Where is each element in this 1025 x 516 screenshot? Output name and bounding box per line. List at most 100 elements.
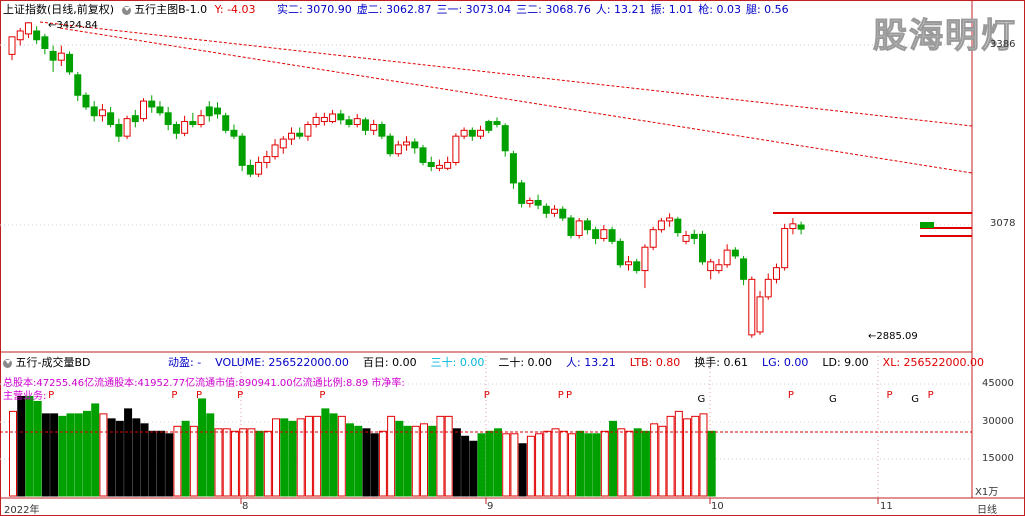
volume-value-3: 三十: 0.00 [430, 356, 485, 369]
volume-axis-label-30000: 30000 [982, 416, 1014, 427]
volume-bar [17, 395, 26, 497]
candle-body [551, 208, 559, 214]
candle-body [452, 135, 460, 163]
volume-bar [329, 413, 338, 497]
volume-bar [58, 415, 67, 497]
signal-mark-P: P [928, 390, 934, 401]
volume-bar [559, 430, 568, 497]
signal-mark-P: P [319, 390, 325, 401]
candle-body [592, 229, 600, 239]
candle-body [641, 246, 649, 272]
volume-bar [362, 428, 371, 497]
volume-bar [420, 423, 428, 497]
volume-bar [239, 428, 248, 497]
candle-body [674, 218, 682, 234]
volume-bar [33, 400, 42, 497]
date-label-sep: 9 [487, 501, 494, 512]
dropdown-circle-icon[interactable] [121, 5, 131, 15]
volume-unit: X1万 [975, 487, 999, 498]
volume-bar [313, 415, 322, 497]
volume-bar [82, 410, 91, 497]
signal-mark-P: P [566, 390, 572, 401]
chart-canvas[interactable]: PPPPPPPPGPGPGP [0, 0, 1025, 516]
candle-body [386, 135, 394, 155]
volume-bar [666, 415, 675, 497]
candle-body [74, 74, 82, 96]
y-value: Y: -4.03 [214, 3, 256, 16]
candle-body [682, 235, 690, 242]
volume-bar [263, 430, 272, 497]
volume-indicator-name[interactable]: 五行-成交量BD [16, 356, 91, 369]
candle-body [345, 119, 353, 125]
indicator-name[interactable]: 五行主图B-1.0 [134, 3, 207, 16]
volume-value-4: 二十: 0.00 [498, 356, 553, 369]
candle-body [649, 229, 657, 248]
candle-body [16, 30, 24, 41]
candle-body [320, 116, 328, 123]
candle-body [66, 53, 74, 73]
candle-body [181, 121, 189, 134]
candle-body [600, 229, 608, 239]
candle-body [625, 261, 632, 266]
volume-value-10: XL: 256522000.00 [882, 356, 985, 369]
volume-axis-label-45000: 45000 [982, 378, 1014, 389]
candle-body [279, 138, 287, 149]
candle-body [24, 22, 32, 35]
low-annotation: ←2885.09 [868, 331, 918, 342]
volume-axis-label-15000: 15000 [982, 453, 1014, 464]
candle-body [98, 109, 106, 117]
candle-body [222, 115, 230, 131]
signal-mark-G: G [697, 394, 705, 405]
volume-bar [641, 430, 650, 497]
candle-body [485, 121, 493, 131]
volume-bar [518, 443, 527, 497]
volume-bar [485, 430, 494, 497]
candle-body [148, 100, 156, 108]
volume-bar [214, 428, 223, 497]
dropdown-circle-icon[interactable] [3, 358, 12, 368]
volume-bar [510, 433, 519, 497]
volume-bar [477, 433, 486, 497]
volume-bar [354, 425, 363, 497]
volume-bar [148, 430, 157, 497]
candle-body [304, 123, 312, 137]
candle-body [246, 164, 254, 175]
volume-bar [378, 430, 387, 497]
header-value-0: 实二: 3070.90 [277, 3, 352, 16]
volume-bar [50, 413, 59, 497]
candle-body [361, 119, 369, 131]
candle-body [337, 113, 345, 121]
header-value-2: 三一: 3073.04 [436, 3, 512, 16]
price-axis-label-3078: 3078 [990, 218, 1016, 229]
volume-bar [609, 420, 618, 497]
candle-body [698, 233, 706, 263]
volume-bar [567, 433, 576, 497]
volume-bar [99, 413, 108, 497]
volume-bar [91, 403, 100, 497]
period-label[interactable]: 日线 [977, 501, 997, 516]
candle-body [238, 135, 246, 166]
volume-bar [625, 430, 634, 497]
volume-bar [403, 425, 412, 497]
signal-mark-P: P [48, 390, 54, 401]
volume-bar [206, 413, 215, 497]
volume-bar [502, 433, 511, 497]
volume-bar [321, 408, 330, 497]
volume-bar [461, 435, 470, 497]
candle-body [748, 278, 756, 336]
volume-value-8: LG: 0.00 [762, 356, 809, 369]
date-label-aug: 8 [242, 501, 249, 512]
header-values: 实二: 3070.90 虚二: 3062.87 三一: 3073.04 三二: 306… [277, 3, 794, 16]
volume-value-2: 百日: 0.00 [362, 356, 417, 369]
candle-body [41, 36, 49, 50]
candle-body [460, 129, 468, 137]
date-label-2022: 2022年 [4, 505, 40, 516]
index-title[interactable]: 上证指数(日线,前复权) [3, 3, 114, 16]
volume-bar [124, 408, 133, 497]
volume-bar [600, 430, 609, 497]
volume-panel-header: 五行-成交量BD [3, 355, 91, 371]
volume-bar [189, 425, 198, 497]
volume-bar [247, 428, 256, 497]
candle-body [394, 144, 402, 155]
candle-body [189, 121, 197, 125]
